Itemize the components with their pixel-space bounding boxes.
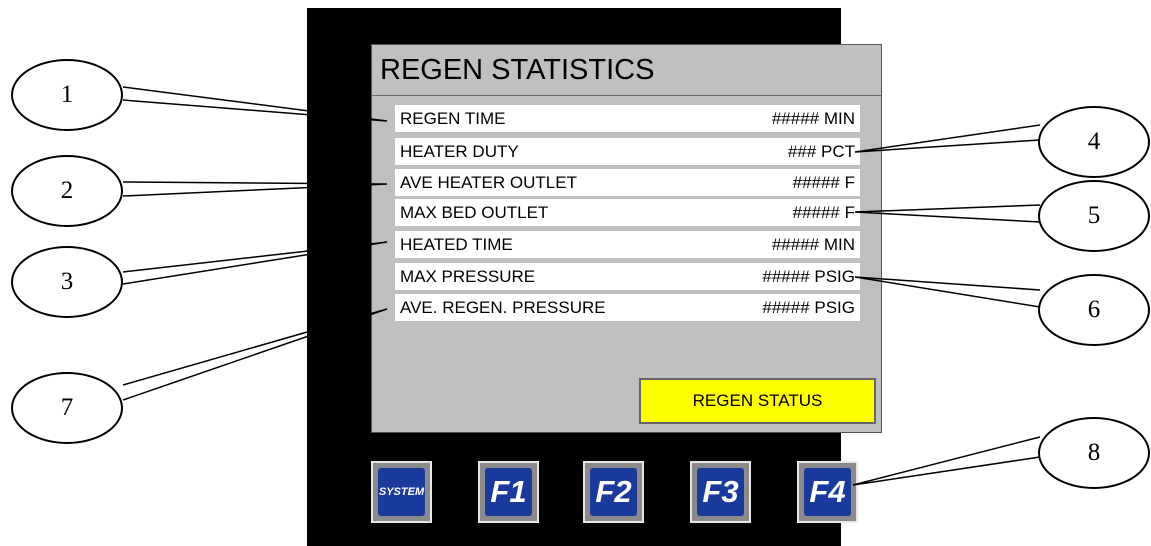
leader-line-5 [854,204,1041,223]
leader-line-7 [122,308,388,401]
callout-7: 7 [11,372,123,444]
callout-1: 1 [11,59,123,131]
leader-line-3 [122,241,388,285]
callout-8: 8 [1038,417,1150,489]
leader-line-8 [852,436,1041,486]
leader-line-1 [122,86,388,122]
callout-5: 5 [1038,180,1150,252]
callout-4: 4 [1038,106,1150,178]
callout-2: 2 [11,155,123,227]
callout-6: 6 [1038,274,1150,346]
callout-leader-lines [122,86,1041,486]
leader-line-4 [854,124,1041,153]
leader-line-2 [122,181,388,197]
callout-3: 3 [11,246,123,318]
leader-line-6 [854,276,1041,308]
